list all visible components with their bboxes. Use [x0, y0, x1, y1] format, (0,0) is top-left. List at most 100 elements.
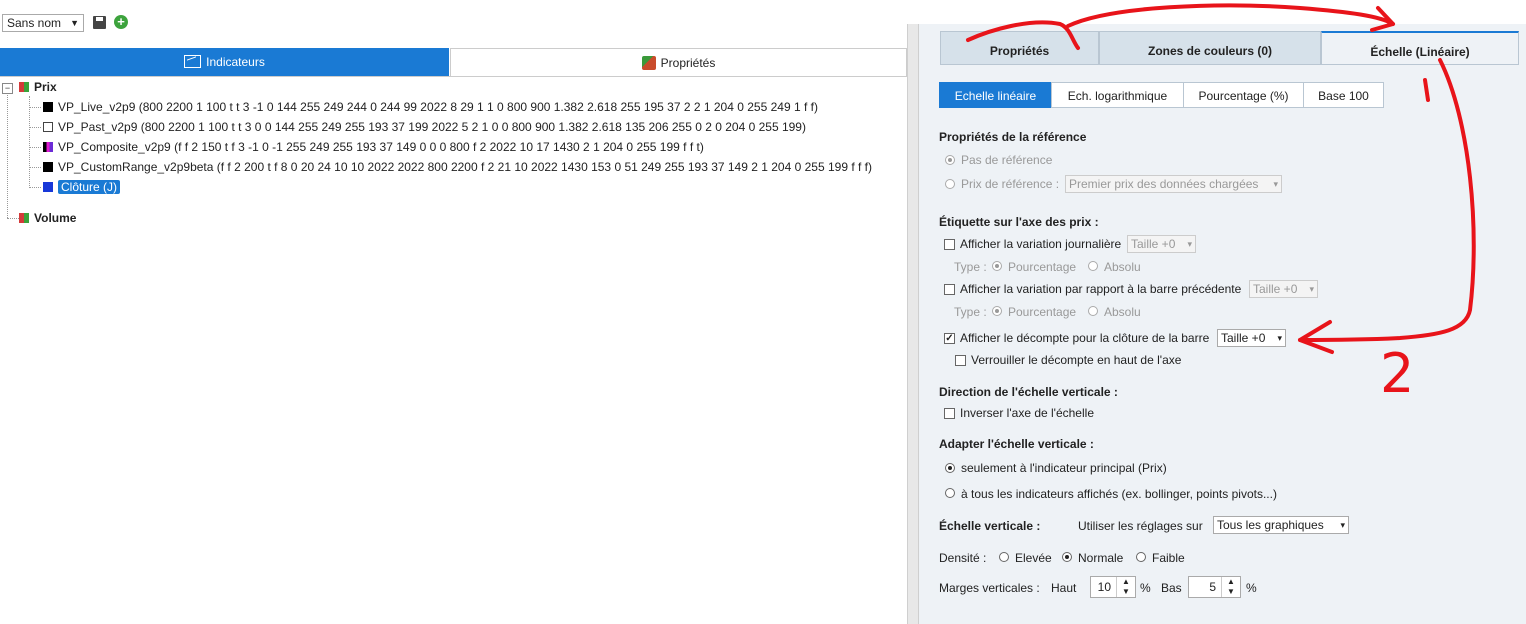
- tree-node-label: VP_Live_v2p9 (800 2200 1 100 t t 3 -1 0 …: [58, 100, 818, 114]
- tab-properties[interactable]: Propriétés: [940, 31, 1099, 65]
- axis-label-title: Étiquette sur l'axe des prix :: [939, 215, 1099, 229]
- prev-type-percent-radio[interactable]: [992, 306, 1002, 316]
- invert-axis-checkbox[interactable]: [944, 408, 955, 419]
- tab-indicators[interactable]: Indicateurs: [0, 48, 449, 76]
- stepper-buttons: ▲ ▼: [1221, 577, 1240, 597]
- scale-log-button[interactable]: Ech. logarithmique: [1051, 82, 1184, 108]
- countdown-checkbox[interactable]: ✓: [944, 333, 955, 344]
- daily-type-absolute-radio[interactable]: [1088, 261, 1098, 271]
- tree-node-selected-label: Clôture (J): [58, 180, 121, 194]
- countdown-label: Afficher le décompte pour la clôture de …: [960, 331, 1210, 345]
- tree-line: [7, 218, 19, 219]
- indicator-tree: − Prix VP_Live_v2p9 (800 2200 1 100 t t …: [0, 78, 907, 624]
- color-swatch-icon: [43, 182, 53, 192]
- density-low-label: Faible: [1152, 551, 1185, 565]
- chevron-down-icon: ▾: [1340, 520, 1345, 530]
- panel-splitter[interactable]: [907, 24, 919, 624]
- scale-linear-button[interactable]: Echelle linéaire: [939, 82, 1052, 108]
- scale-log-label: Ech. logarithmique: [1067, 89, 1168, 103]
- color-swatch-icon: [43, 142, 53, 152]
- properties-panel: Propriétés Zones de couleurs (0) Échelle…: [919, 24, 1526, 624]
- tree-line: [29, 127, 41, 128]
- volume-swatch-icon: [19, 213, 29, 223]
- density-high-label: Elevée: [1015, 551, 1052, 565]
- tab-indicators-label: Indicateurs: [206, 55, 265, 69]
- left-tabs: Indicateurs Propriétés: [0, 48, 907, 77]
- density-high-radio[interactable]: [999, 552, 1009, 562]
- margin-bottom-stepper[interactable]: 5 ▲ ▼: [1188, 576, 1241, 598]
- chevron-down-icon: ▾: [1309, 284, 1314, 294]
- prev-type-label: Type :: [954, 305, 987, 319]
- tree-node-vp-composite[interactable]: VP_Composite_v2p9 (f f 2 150 t f 3 -1 0 …: [43, 138, 704, 156]
- color-swatch-icon: [43, 162, 53, 172]
- tab-color-zones-label: Zones de couleurs (0): [1147, 44, 1273, 58]
- tab-scale-label: Échelle (Linéaire): [1370, 45, 1470, 59]
- lock-countdown-label: Verrouiller le décompte en haut de l'axe: [971, 353, 1182, 367]
- tree-node-label: VP_CustomRange_v2p9beta (f f 2 200 t f 8…: [58, 160, 872, 174]
- margin-top-unit: %: [1140, 581, 1151, 595]
- properties-icon: [641, 56, 656, 70]
- lock-countdown-checkbox[interactable]: [955, 355, 966, 366]
- color-swatch-icon: [43, 102, 53, 112]
- density-label: Densité :: [939, 551, 987, 565]
- tab-properties-left[interactable]: Propriétés: [450, 48, 907, 76]
- countdown-size-select[interactable]: Taille +0 ▾: [1217, 329, 1286, 347]
- daily-variation-checkbox[interactable]: [944, 239, 955, 250]
- tab-scale[interactable]: Échelle (Linéaire): [1321, 31, 1519, 65]
- scale-percent-button[interactable]: Pourcentage (%): [1183, 82, 1304, 108]
- prev-type-absolute-radio[interactable]: [1088, 306, 1098, 316]
- stepper-buttons: ▲ ▼: [1116, 577, 1135, 597]
- vscale-use-label: Utiliser les réglages sur: [1078, 519, 1203, 533]
- no-reference-radio[interactable]: [945, 155, 955, 165]
- density-normal-radio[interactable]: [1062, 552, 1072, 562]
- daily-variation-label: Afficher la variation journalière: [960, 237, 1122, 251]
- density-low-radio[interactable]: [1136, 552, 1146, 562]
- daily-size-select[interactable]: Taille +0 ▾: [1127, 235, 1196, 253]
- tree-line: [29, 147, 41, 148]
- template-select[interactable]: Sans nom ▼: [2, 14, 84, 32]
- vscale-select[interactable]: Tous les graphiques ▾: [1213, 516, 1349, 534]
- tree-line: [29, 187, 41, 188]
- margins-label: Marges verticales :: [939, 581, 1040, 595]
- reference-price-radio[interactable]: [945, 179, 955, 189]
- tree-node-vp-past[interactable]: VP_Past_v2p9 (800 2200 1 100 t t 3 0 0 1…: [43, 118, 806, 136]
- tree-node-vp-customrange[interactable]: VP_CustomRange_v2p9beta (f f 2 200 t f 8…: [43, 158, 872, 176]
- daily-type-absolute-label: Absolu: [1104, 260, 1141, 274]
- reference-price-select[interactable]: Premier prix des données chargées ▾: [1065, 175, 1282, 193]
- scale-percent-label: Pourcentage (%): [1198, 89, 1289, 103]
- tree-node-cloture[interactable]: Clôture (J): [43, 178, 121, 196]
- tree-line: [29, 96, 30, 188]
- chevron-down-icon: ▾: [1277, 333, 1282, 343]
- scale-base100-button[interactable]: Base 100: [1303, 82, 1384, 108]
- daily-size-value: Taille +0: [1131, 237, 1176, 251]
- reference-title: Propriétés de la référence: [939, 130, 1087, 144]
- tree-node-vp-live[interactable]: VP_Live_v2p9 (800 2200 1 100 t t 3 -1 0 …: [43, 98, 818, 116]
- tree-line: [29, 107, 41, 108]
- chevron-down-icon[interactable]: ▼: [1117, 587, 1135, 597]
- tree-node-prix[interactable]: Prix: [19, 78, 57, 96]
- prev-bar-size-select[interactable]: Taille +0 ▾: [1249, 280, 1318, 298]
- fit-title: Adapter l'échelle verticale :: [939, 437, 1094, 451]
- chevron-up-icon[interactable]: ▲: [1222, 577, 1240, 587]
- chevron-up-icon[interactable]: ▲: [1117, 577, 1135, 587]
- chevron-down-icon[interactable]: ▼: [1222, 587, 1240, 597]
- fit-all-radio[interactable]: [945, 488, 955, 498]
- tree-node-volume[interactable]: Volume: [19, 209, 76, 227]
- prev-bar-size-value: Taille +0: [1253, 282, 1298, 296]
- reference-price-select-value: Premier prix des données chargées: [1069, 177, 1259, 191]
- tab-color-zones[interactable]: Zones de couleurs (0): [1099, 31, 1321, 65]
- vscale-title: Échelle verticale :: [939, 519, 1041, 533]
- direction-title: Direction de l'échelle verticale :: [939, 385, 1118, 399]
- save-icon[interactable]: [93, 16, 106, 29]
- countdown-size-value: Taille +0: [1221, 331, 1266, 345]
- prev-bar-variation-checkbox[interactable]: [944, 284, 955, 295]
- collapse-icon[interactable]: −: [2, 83, 13, 94]
- margin-top-stepper[interactable]: 10 ▲ ▼: [1090, 576, 1136, 598]
- top-strip: [0, 0, 1526, 24]
- fit-main-radio[interactable]: [945, 463, 955, 473]
- chevron-down-icon: ▼: [70, 18, 79, 28]
- fit-all-label: à tous les indicateurs affichés (ex. bol…: [961, 487, 1277, 501]
- invert-axis-label: Inverser l'axe de l'échelle: [960, 406, 1094, 420]
- add-icon[interactable]: +: [114, 15, 128, 29]
- daily-type-percent-radio[interactable]: [992, 261, 1002, 271]
